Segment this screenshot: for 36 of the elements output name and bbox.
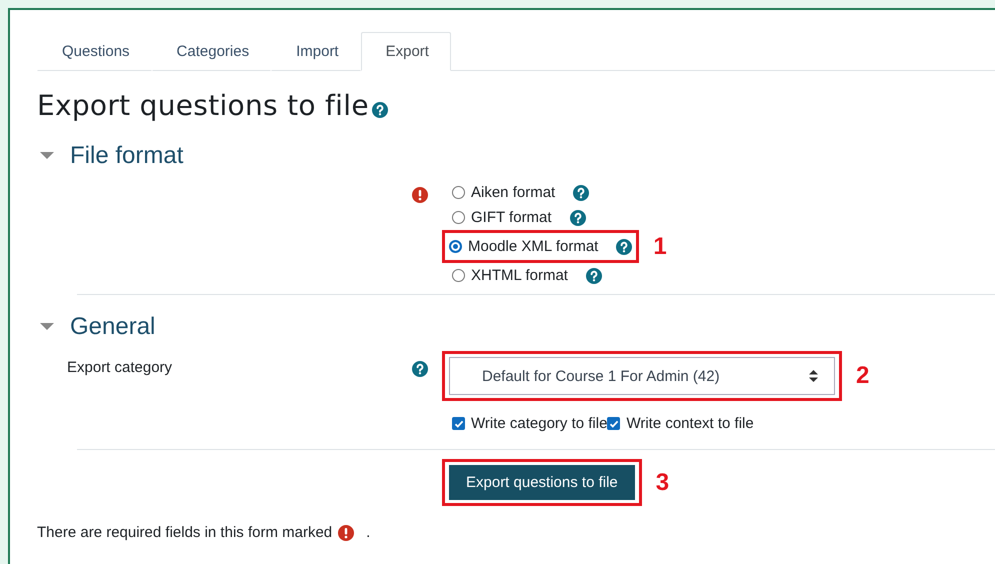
page-title: Export questions to file — [37, 89, 369, 122]
period-text: . — [366, 524, 370, 541]
option-label: GIFT format — [471, 209, 552, 226]
section-heading[interactable]: General — [70, 313, 156, 341]
help-icon[interactable] — [372, 102, 388, 118]
required-note: There are required fields in this form marked — [37, 524, 332, 541]
radio-button[interactable] — [452, 269, 465, 282]
annotation-number: 2 — [856, 362, 870, 390]
option-label: XHTML format — [471, 267, 568, 284]
checkbox[interactable] — [452, 417, 465, 430]
radio-button[interactable] — [449, 240, 462, 253]
annotation-number: 3 — [656, 468, 670, 496]
field-label: Export category — [67, 359, 172, 376]
help-icon[interactable] — [573, 184, 590, 200]
tab[interactable]: Questions — [37, 32, 152, 71]
category-select[interactable]: Default for Course 1 For Admin (42) — [449, 357, 835, 395]
help-icon[interactable] — [616, 238, 632, 254]
checkbox-label: Write context to file — [626, 415, 754, 432]
tab[interactable]: Export — [360, 32, 451, 71]
tab[interactable]: Categories — [152, 32, 272, 71]
export-button[interactable]: Export questions to file — [449, 465, 635, 500]
radio-button[interactable] — [452, 186, 465, 199]
help-icon[interactable] — [570, 210, 586, 226]
option-label: Aiken format — [471, 184, 556, 201]
required-icon — [338, 524, 354, 540]
collapse-caret-icon[interactable] — [40, 323, 54, 331]
option-label: Moodle XML format — [468, 238, 598, 255]
collapse-caret-icon[interactable] — [40, 152, 54, 160]
section-heading[interactable]: File format — [70, 142, 184, 170]
checkbox[interactable] — [607, 417, 620, 430]
help-icon[interactable] — [412, 361, 428, 377]
help-icon[interactable] — [586, 268, 602, 284]
sort-arrows-icon — [809, 370, 818, 382]
annotation-number: 1 — [653, 232, 667, 260]
radio-button[interactable] — [452, 211, 465, 224]
checkbox-label: Write category to file — [471, 415, 608, 432]
